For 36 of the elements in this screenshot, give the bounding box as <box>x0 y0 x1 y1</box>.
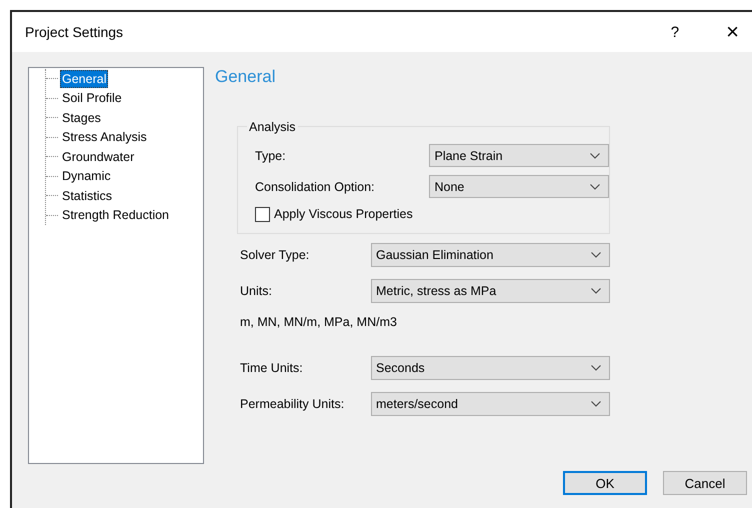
tree-item[interactable]: Stages <box>60 108 103 127</box>
chevron-icon <box>591 288 601 294</box>
chevron-icon <box>591 252 601 258</box>
chevron-icon <box>590 152 600 158</box>
cancel-button[interactable]: Cancel <box>663 471 747 495</box>
close-button[interactable]: × <box>726 21 739 43</box>
field-label: Solver Type: <box>240 248 310 262</box>
ok-button[interactable]: OK <box>563 471 647 495</box>
chevron-icon <box>591 401 601 407</box>
page-heading: General <box>215 67 276 87</box>
field-label: Consolidation Option: <box>255 180 376 194</box>
group-title: Analysis <box>247 120 298 134</box>
dropdown[interactable]: Metric, stress as MPa <box>371 279 610 303</box>
checkbox[interactable] <box>255 206 270 222</box>
field-label: Permeability Units: <box>240 397 346 411</box>
checkbox-label: Apply Viscous Properties <box>274 207 413 221</box>
window-title: Project Settings <box>25 24 124 40</box>
tree-item[interactable]: Soil Profile <box>60 89 124 108</box>
field-label: Time Units: <box>240 361 304 375</box>
dropdown[interactable]: Gaussian Elimination <box>371 243 610 267</box>
tree-item[interactable]: Statistics <box>60 186 114 205</box>
chevron-icon <box>591 365 601 371</box>
field-label: Type: <box>255 148 287 162</box>
dropdown[interactable]: Plane Strain <box>429 144 609 167</box>
tree-item[interactable]: Groundwater <box>60 148 136 166</box>
tree-item[interactable]: Dynamic <box>60 167 113 186</box>
dropdown[interactable]: meters/second <box>371 392 610 416</box>
tree-item[interactable]: Stress Analysis <box>60 128 149 146</box>
tree-item[interactable]: General <box>60 70 108 88</box>
field-label: Units: <box>240 284 273 298</box>
dropdown[interactable]: None <box>429 175 609 198</box>
units-note: m, MN, MN/m, MPa, MN/m3 <box>240 315 398 329</box>
chevron-icon <box>590 184 600 190</box>
tree-item[interactable]: Strength Reduction <box>60 206 172 224</box>
help-button[interactable]: ? <box>670 24 680 40</box>
dropdown[interactable]: Seconds <box>371 356 610 380</box>
